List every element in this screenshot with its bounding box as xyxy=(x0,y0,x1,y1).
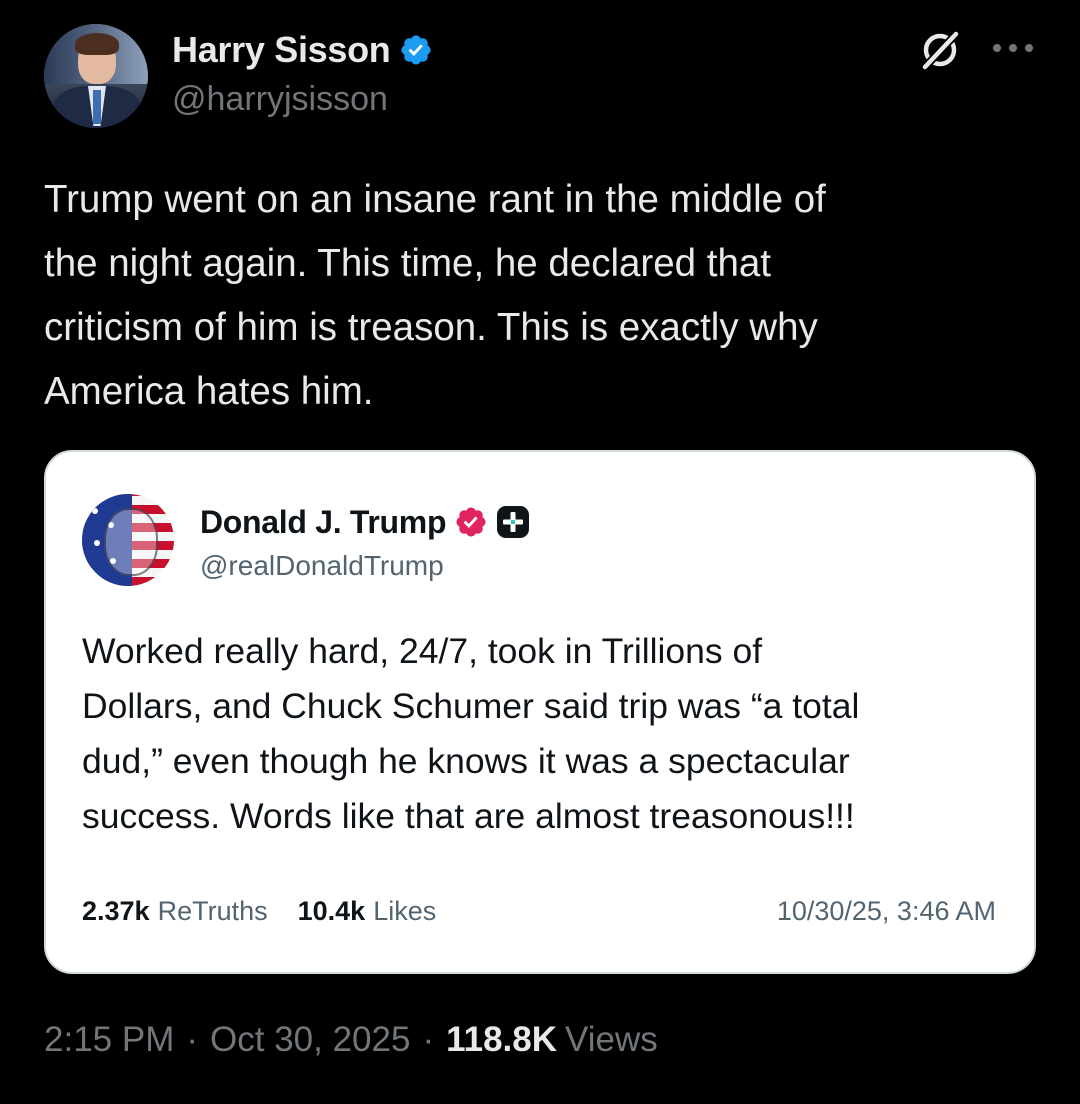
quoted-handle[interactable]: @realDonaldTrump xyxy=(200,550,444,582)
verified-badge-icon xyxy=(456,507,486,537)
quoted-post-card[interactable]: Donald J. Trump @realDonaldTrump Worked … xyxy=(44,450,1036,974)
retruths-label: ReTruths xyxy=(157,896,268,926)
author-display-name[interactable]: Harry Sisson xyxy=(172,29,391,71)
author-name-row: Harry Sisson xyxy=(172,28,433,72)
likes-count: 10.4k xyxy=(297,896,366,926)
quoted-author-avatar[interactable] xyxy=(82,494,174,586)
more-options-icon[interactable] xyxy=(990,38,1036,58)
avatar-tie xyxy=(93,90,101,124)
post-date[interactable]: Oct 30, 2025 xyxy=(210,1020,410,1060)
tweet: Harry Sisson @harryjsisson Trump went on… xyxy=(0,0,1080,1104)
author-handle[interactable]: @harryjsisson xyxy=(172,80,388,119)
avatar-star xyxy=(94,540,100,546)
author-avatar[interactable] xyxy=(44,24,148,128)
meta-separator: · xyxy=(186,1020,199,1059)
likes-label: Likes xyxy=(373,896,437,926)
tweet-meta-row: 2:15 PM · Oct 30, 2025 · 118.8K Views xyxy=(44,1020,658,1060)
avatar-face xyxy=(104,508,158,576)
post-time[interactable]: 2:15 PM xyxy=(44,1020,174,1060)
views-label: Views xyxy=(565,1020,658,1059)
views-count: 118.8K xyxy=(446,1020,558,1059)
quoted-post-timestamp: 10/30/25, 3:46 AM xyxy=(776,896,996,926)
verified-badge-icon xyxy=(400,35,431,65)
quoted-post-text: Worked really hard, 24/7, took in Trilli… xyxy=(82,631,860,836)
quoted-post-stats: 2.37k ReTruths 10.4k Likes xyxy=(82,896,466,927)
retruths-count: 2.37k xyxy=(82,896,150,926)
avatar-star xyxy=(92,508,98,514)
likes-stat[interactable]: 10.4k Likes xyxy=(298,896,437,927)
quoted-display-name[interactable]: Donald J. Trump xyxy=(200,504,447,541)
quoted-name-row: Donald J. Trump xyxy=(200,500,530,544)
meta-separator: · xyxy=(422,1020,435,1059)
grok-icon[interactable] xyxy=(918,28,962,72)
plus-badge-icon xyxy=(497,506,530,538)
tweet-text: Trump went on an insane rant in the midd… xyxy=(44,178,826,413)
avatar-hair xyxy=(75,33,119,55)
retruths-stat[interactable]: 2.37k ReTruths xyxy=(82,896,268,927)
